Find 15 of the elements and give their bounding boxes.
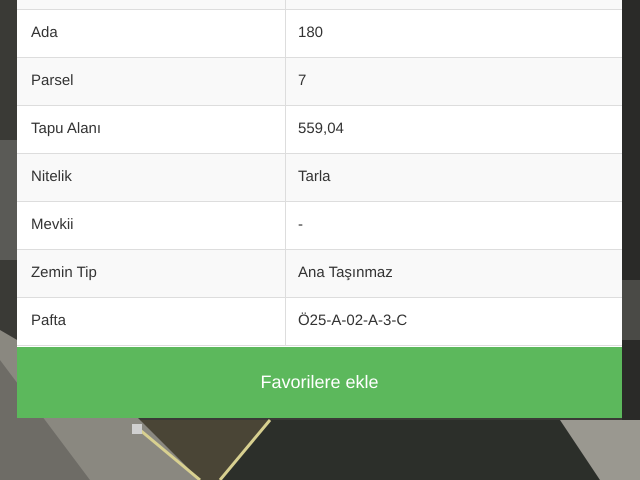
row-label: Pafta — [31, 311, 66, 332]
row-value: 559,04 — [298, 119, 344, 140]
row-value: Ö25-A-02-A-3-C — [298, 311, 408, 332]
row-value: 180 — [298, 23, 324, 44]
row-label: Zemin Tip — [31, 263, 97, 284]
row-value: Tarla — [298, 167, 331, 188]
row-value: 7 — [298, 71, 306, 92]
row-label: Tapu Alanı — [31, 119, 102, 140]
add-to-favorites-button[interactable]: Favorilere ekle — [17, 347, 622, 418]
row-label: Parsel — [31, 71, 74, 92]
row-label: Mevkii — [31, 215, 74, 236]
row-value: - — [298, 215, 303, 236]
row-value: Ana Taşınmaz — [298, 263, 393, 284]
row-label: Ada — [31, 23, 58, 44]
row-label: Nitelik — [31, 167, 72, 188]
